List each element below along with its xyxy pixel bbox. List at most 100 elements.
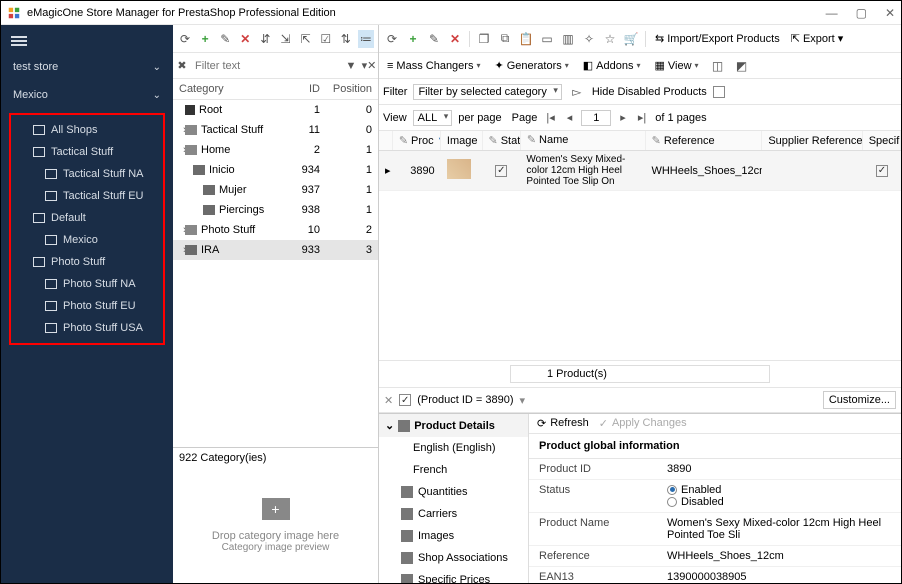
page-prev-icon[interactable]: ◂ (564, 111, 576, 124)
category-row[interactable]: › Inicio 9341 (173, 160, 378, 180)
product-wand-icon[interactable]: ✧ (580, 30, 598, 48)
product-delete-icon[interactable]: ✕ (446, 30, 464, 48)
detail-lang-fr[interactable]: French (379, 459, 528, 481)
details-apply-button[interactable]: ✓Apply Changes (599, 417, 687, 430)
detail-shop-assoc[interactable]: Shop Associations (379, 547, 528, 569)
product-row[interactable]: ▸ 3890 Women's Sexy Mixed-color 12cm Hig… (379, 151, 901, 191)
product-status-checkbox[interactable] (495, 165, 507, 177)
page-next-icon[interactable]: ▸ (617, 111, 629, 124)
detail-quantities[interactable]: Quantities (379, 481, 528, 503)
mass-changers-button[interactable]: ≡Mass Changers▾ (383, 58, 484, 74)
delete-icon[interactable]: ✕ (237, 30, 253, 48)
product-edit-icon[interactable]: ✎ (425, 30, 443, 48)
details-refresh-button[interactable]: ⟳Refresh (537, 417, 589, 430)
clear-filter-icon[interactable]: ✖ (173, 57, 191, 75)
refresh-icon[interactable]: ⟳ (177, 30, 193, 48)
category-row[interactable]: › Photo Stuff 102 (173, 220, 378, 240)
product-add-icon[interactable]: + (404, 30, 422, 48)
folder-icon (203, 185, 215, 195)
export-button[interactable]: ⇱Export▾ (787, 30, 848, 47)
page-number-input[interactable]: 1 (581, 110, 611, 126)
product-star-icon[interactable]: ☆ (601, 30, 619, 48)
sidebar-location[interactable]: Mexico ⌄ (1, 81, 173, 109)
detail-images[interactable]: Images (379, 525, 528, 547)
detail-specific-prices[interactable]: Specific Prices (379, 569, 528, 583)
folder-icon (193, 165, 205, 175)
add-icon[interactable]: + (197, 30, 213, 48)
category-row[interactable]: Piercings 9381 (173, 200, 378, 220)
shop-tactical-eu[interactable]: Tactical Stuff EU (11, 185, 163, 207)
shop-all[interactable]: All Shops (11, 119, 163, 141)
expand-icon[interactable]: › (173, 144, 185, 156)
window-minimize[interactable]: — (826, 6, 838, 20)
hide-disabled-checkbox[interactable] (713, 86, 725, 98)
shop-tactical-na[interactable]: Tactical Stuff NA (11, 163, 163, 185)
category-row[interactable]: Root 10 (173, 100, 378, 120)
page-first-icon[interactable]: |◂ (543, 111, 557, 124)
category-image-dropzone[interactable]: + Drop category image here Category imag… (173, 468, 378, 583)
shop-photo-eu[interactable]: Photo Stuff EU (11, 295, 163, 317)
product-refresh-icon[interactable]: ⟳ (383, 30, 401, 48)
sidebar-store[interactable]: test store ⌄ (1, 53, 173, 81)
expand-icon[interactable]: › (173, 244, 185, 256)
filter-clear-icon[interactable]: ▾✕ (360, 57, 378, 75)
hamburger-menu-icon[interactable] (1, 25, 173, 53)
product-clone-icon[interactable]: ❐ (475, 30, 493, 48)
expand-icon[interactable]: › (173, 224, 185, 236)
shop-icon (401, 552, 413, 564)
import-export-button[interactable]: ⇆Import/Export Products (651, 30, 784, 47)
list-icon: ≡ (387, 60, 393, 72)
shop-mexico[interactable]: Mexico (11, 229, 163, 251)
product-tool4-icon[interactable]: ▭ (538, 30, 556, 48)
product-cart-icon[interactable]: 🛒 (622, 30, 640, 48)
product-specific-checkbox[interactable] (876, 165, 888, 177)
customize-button[interactable]: Customize... (823, 391, 896, 409)
window-maximize[interactable]: ▢ (856, 6, 867, 20)
shop-group-default[interactable]: Default (11, 207, 163, 229)
detail-section-header[interactable]: ⌄Product Details (379, 414, 528, 437)
filter-mode-combo[interactable]: Filter by selected category (413, 84, 561, 100)
product-tool5-icon[interactable]: ▥ (559, 30, 577, 48)
filter-funnel-icon[interactable]: ▼ (342, 57, 360, 75)
prop-reference[interactable]: WHHeels_Shoes_12cm (659, 546, 901, 566)
addons-button[interactable]: ◧Addons▾ (579, 57, 645, 74)
product-copy-icon[interactable]: ⧉ (496, 30, 514, 48)
status-enabled-radio[interactable] (667, 485, 677, 495)
category-row[interactable]: › IRA 9333 (173, 240, 378, 260)
category-row[interactable]: › Home 21 (173, 140, 378, 160)
filter-strip-close-icon[interactable]: ✕ (384, 394, 393, 407)
collapse-all-icon[interactable]: ⇱ (298, 30, 314, 48)
expand-icon[interactable]: › (173, 124, 185, 136)
tree-options-icon[interactable]: ≔ (358, 30, 374, 48)
position-icon[interactable]: ⇅ (338, 30, 354, 48)
tool-extra1-icon[interactable]: ◫ (709, 57, 727, 75)
expand-icon[interactable]: › (173, 164, 193, 176)
move-up-icon[interactable]: ⇵ (257, 30, 273, 48)
status-disabled-radio[interactable] (667, 497, 677, 507)
detail-carriers[interactable]: Carriers (379, 503, 528, 525)
category-row[interactable]: Mujer 9371 (173, 180, 378, 200)
product-paste-icon[interactable]: 📋 (517, 30, 535, 48)
shop-photo-usa[interactable]: Photo Stuff USA (11, 317, 163, 339)
expand-all-icon[interactable]: ⇲ (277, 30, 293, 48)
category-header: Category ID Position (173, 79, 378, 100)
category-row[interactable]: › Tactical Stuff 110 (173, 120, 378, 140)
shop-group-tactical[interactable]: Tactical Stuff (11, 141, 163, 163)
page-size-combo[interactable]: ALL (413, 110, 453, 126)
page-last-icon[interactable]: ▸| (635, 111, 649, 124)
prop-ean13[interactable]: 1390000038905 (659, 567, 901, 583)
toggle-filter-icon[interactable]: ▻ (568, 83, 586, 101)
view-button[interactable]: ▦View▾ (650, 57, 702, 74)
toggle-check-icon[interactable]: ☑ (318, 30, 334, 48)
shop-group-photo[interactable]: Photo Stuff (11, 251, 163, 273)
detail-lang-en[interactable]: English (English) (379, 437, 528, 459)
shop-group-icon (33, 257, 45, 267)
window-close[interactable]: ✕ (885, 6, 895, 20)
shop-photo-na[interactable]: Photo Stuff NA (11, 273, 163, 295)
filter-strip-checkbox[interactable] (399, 394, 411, 406)
tool-extra2-icon[interactable]: ◩ (733, 57, 751, 75)
generators-button[interactable]: ✦Generators▾ (490, 57, 572, 74)
category-filter-input[interactable] (191, 58, 342, 74)
edit-icon[interactable]: ✎ (217, 30, 233, 48)
prop-product-name[interactable]: Women's Sexy Mixed-color 12cm High Heel … (659, 513, 901, 545)
